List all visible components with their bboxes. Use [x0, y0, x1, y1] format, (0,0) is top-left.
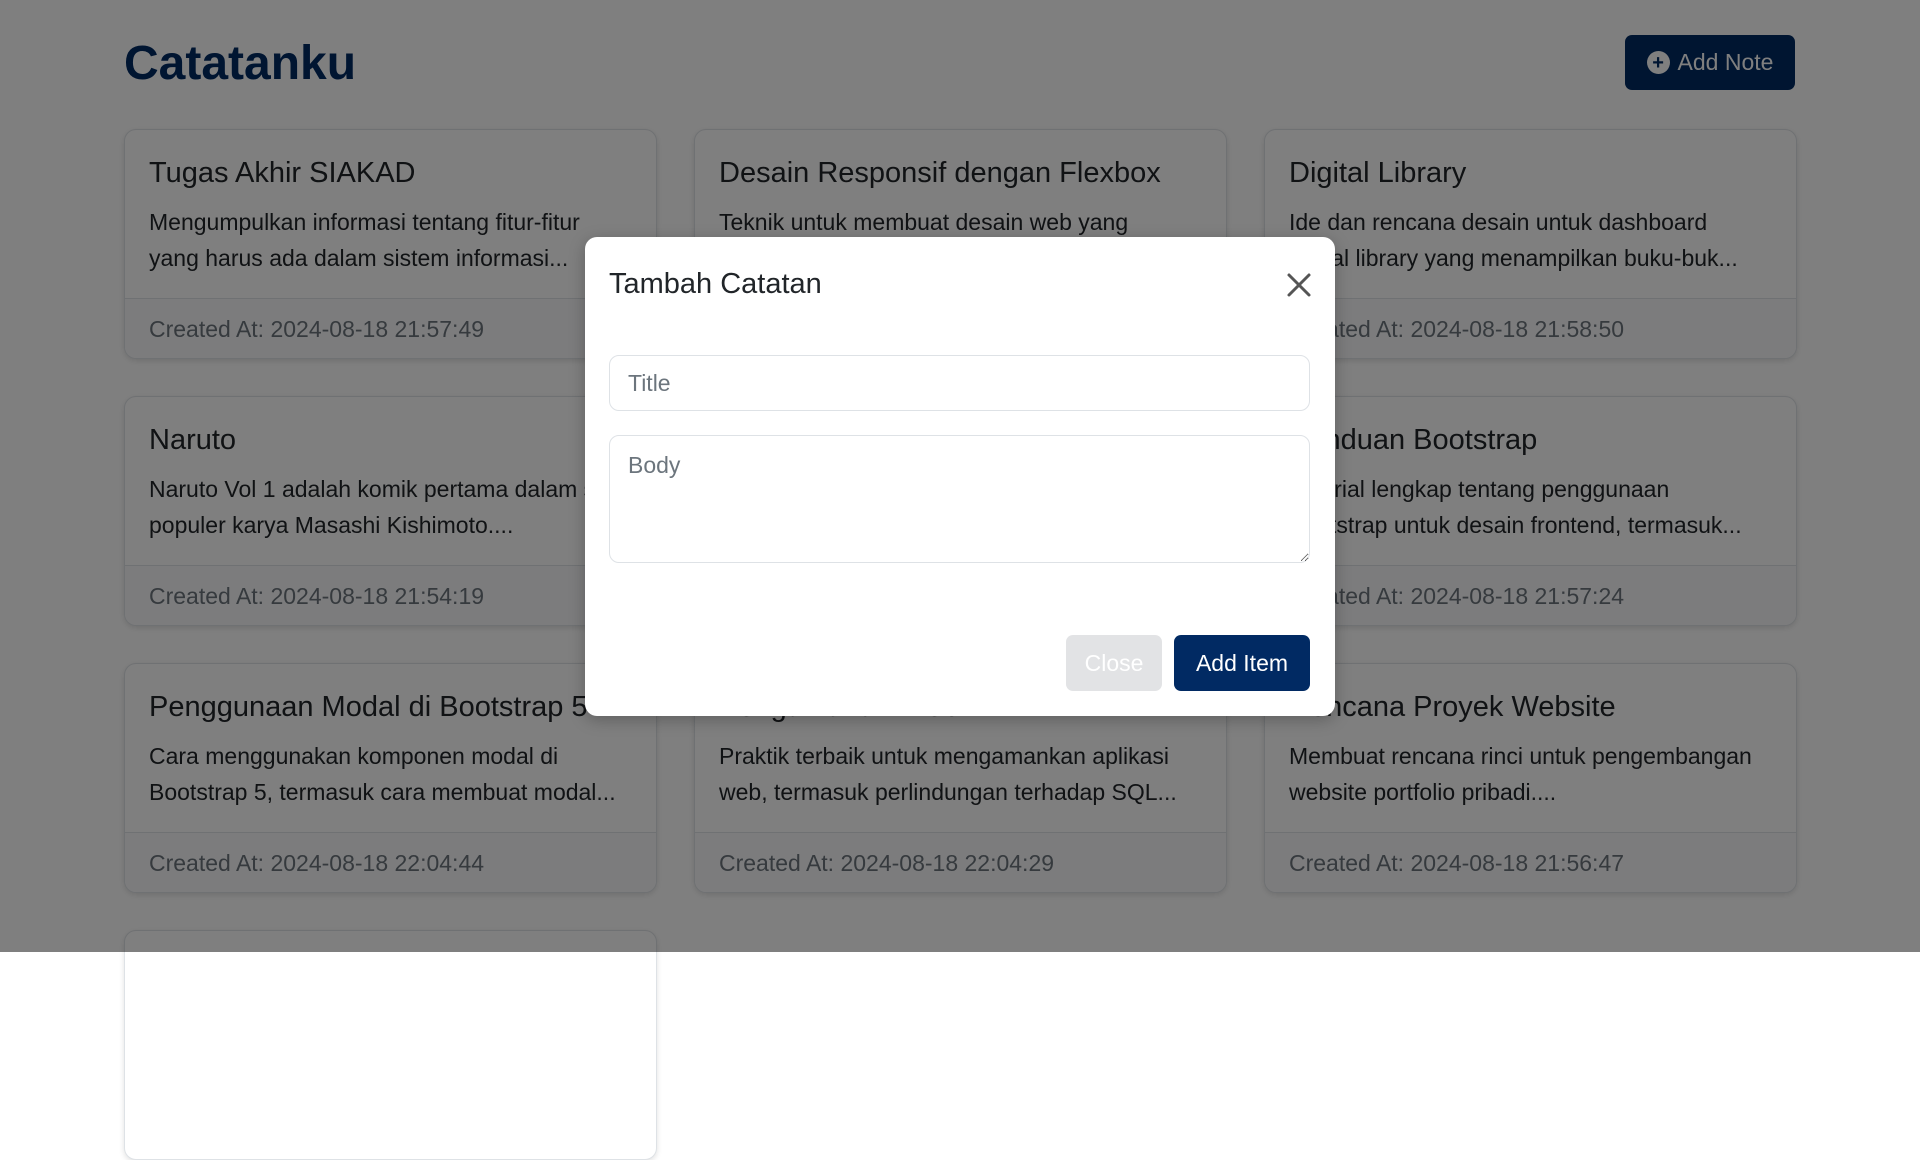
add-item-button[interactable]: Add Item [1174, 635, 1310, 691]
modal-close-button[interactable] [1281, 267, 1317, 303]
close-button[interactable]: Close [1066, 635, 1162, 691]
title-input[interactable] [609, 355, 1310, 411]
note-card[interactable] [124, 930, 657, 1160]
add-note-modal: Tambah Catatan Close Add Item [585, 237, 1335, 716]
close-icon [1287, 273, 1311, 297]
body-textarea[interactable] [609, 435, 1310, 563]
modal-title: Tambah Catatan [609, 268, 822, 300]
